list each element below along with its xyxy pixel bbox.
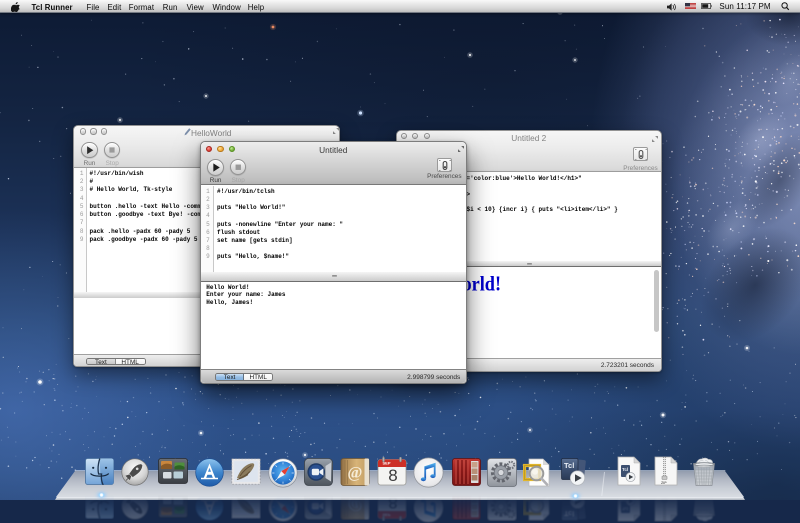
svg-text:Tcl: Tcl: [622, 506, 628, 511]
svg-text:Tcl: Tcl: [622, 467, 628, 472]
svg-text:@: @: [347, 465, 362, 482]
svg-text:Tcl: Tcl: [564, 461, 574, 470]
svg-text:8: 8: [388, 466, 397, 485]
svg-text:8: 8: [388, 493, 397, 512]
svg-text:@: @: [347, 496, 362, 513]
svg-text:Tcl: Tcl: [564, 509, 574, 518]
svg-text:ZIP: ZIP: [661, 481, 667, 485]
svg-text:ZIP: ZIP: [661, 492, 667, 496]
